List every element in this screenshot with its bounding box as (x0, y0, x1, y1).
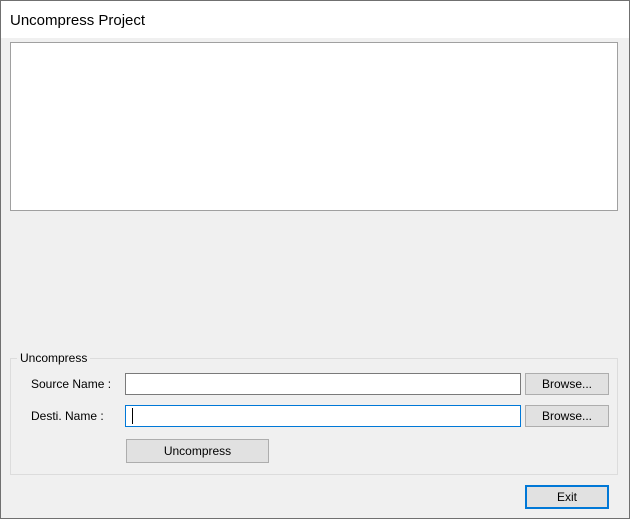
destination-browse-button[interactable]: Browse... (525, 405, 609, 427)
log-output-area[interactable] (10, 42, 618, 211)
window-title: Uncompress Project (10, 12, 146, 29)
destination-name-input[interactable] (125, 405, 521, 427)
text-caret (132, 408, 133, 424)
source-browse-button[interactable]: Browse... (525, 373, 609, 395)
title-bar[interactable]: Uncompress Project (1, 1, 629, 38)
exit-button[interactable]: Exit (525, 485, 609, 509)
destination-name-label: Desti. Name : (31, 409, 104, 423)
uncompress-group-title: Uncompress (17, 351, 91, 365)
uncompress-project-dialog: Uncompress Project Uncompress Source Nam… (0, 0, 630, 519)
source-name-input[interactable] (125, 373, 521, 395)
source-name-label: Source Name : (31, 377, 112, 391)
uncompress-button[interactable]: Uncompress (126, 439, 269, 463)
